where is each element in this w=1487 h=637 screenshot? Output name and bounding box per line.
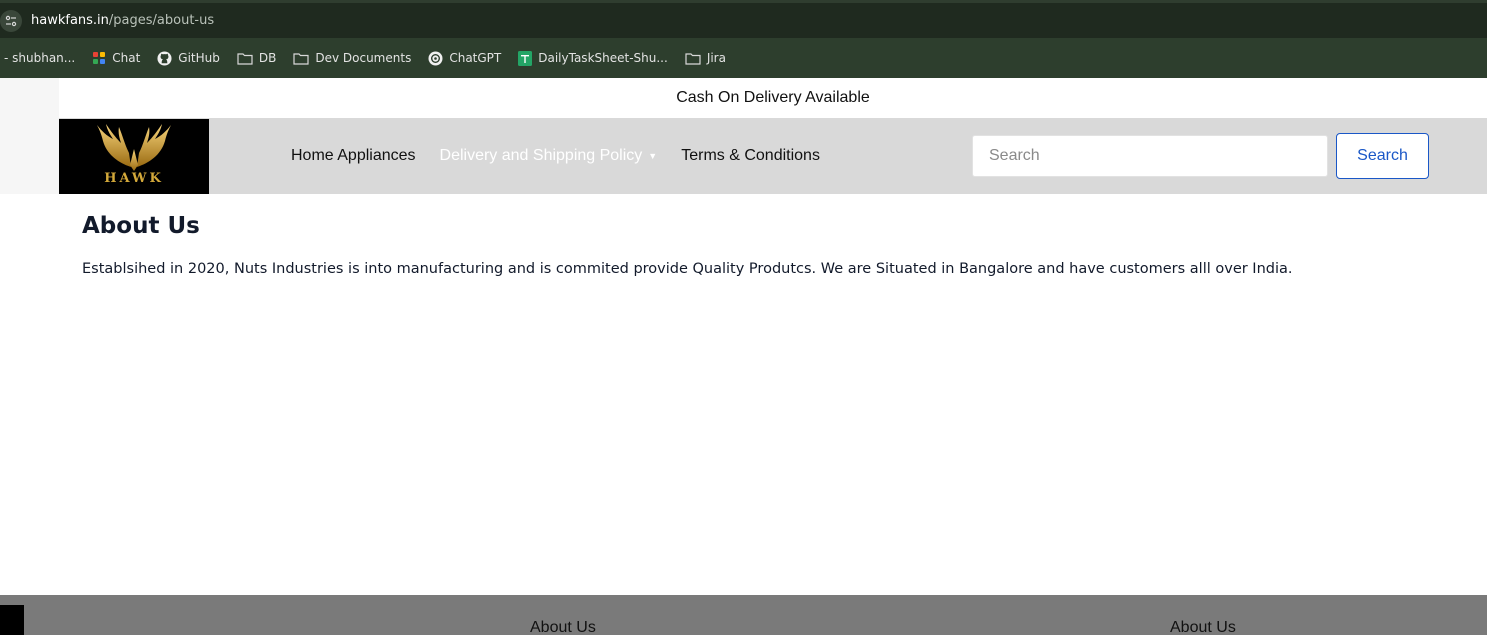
chevron-down-icon: ▼ [648,150,658,161]
bookmark-chatgpt[interactable]: ChatGPT [428,51,501,66]
nav-home-appliances[interactable]: Home Appliances [291,147,416,165]
nav-terms-conditions[interactable]: Terms & Conditions [681,147,820,165]
logo-text: HAWK [104,171,164,186]
hawk-logo[interactable]: HAWK [59,119,209,194]
footer-logo-block [0,605,24,635]
url-host: hawkfans.in [31,13,109,28]
announcement-bar: Cash On Delivery Available [59,78,1487,118]
search-button[interactable]: Search [1336,133,1429,179]
left-gutter [0,78,59,194]
footer-link-about-us-2[interactable]: About Us [1170,619,1236,637]
bookmarks-bar: - shubhan... Chat GitHub DB Dev Document… [0,38,1487,78]
announcement-text: Cash On Delivery Available [676,89,870,106]
bookmark-label: DailyTaskSheet-Shu... [538,51,668,65]
bookmark-label: DB [258,51,277,65]
bookmark-label: Chat [112,51,141,65]
url-path: /pages/about-us [108,13,215,28]
main-nav: Home Appliances Delivery and Shipping Po… [291,118,844,194]
github-icon [157,50,172,66]
bookmark-label: - shubhan... [4,51,76,65]
site-footer: About Us About Us [0,595,1487,637]
bookmark-label: GitHub [178,51,220,65]
bookmark-jira[interactable]: Jira [685,51,726,65]
chatgpt-icon [428,51,443,66]
site-info-icon[interactable] [0,9,22,32]
footer-link-about-us[interactable]: About Us [530,619,596,637]
bookmark-github[interactable]: GitHub [157,50,220,66]
bookmark-db[interactable]: DB [237,51,276,65]
chat-icon [92,51,106,65]
search-input[interactable] [972,135,1328,177]
nav-delivery-label: Delivery and Shipping Policy [439,147,643,164]
bookmark-shubhan[interactable]: - shubhan... [4,51,75,65]
site-header: HAWK Home Appliances Delivery and Shippi… [59,118,1487,194]
bookmark-label: Jira [706,51,726,65]
folder-icon [237,52,253,65]
sheets-icon [518,50,533,66]
about-paragraph: Establsihed in 2020, Nuts Industries is … [82,261,1293,277]
browser-address-bar[interactable]: hawkfans.in/pages/about-us [0,0,1487,38]
url-text[interactable]: hawkfans.in/pages/about-us [31,13,214,28]
bookmark-dev-documents[interactable]: Dev Documents [293,51,411,65]
page-title: About Us [82,213,200,239]
folder-icon [685,52,701,65]
bookmark-label: ChatGPT [449,51,502,65]
nav-delivery-shipping-policy[interactable]: Delivery and Shipping Policy ▼ [440,147,658,165]
bookmark-dailytasksheet[interactable]: DailyTaskSheet-Shu... [518,50,668,66]
folder-icon [293,52,309,65]
bookmark-chat[interactable]: Chat [92,51,140,65]
bookmark-label: Dev Documents [315,51,412,65]
